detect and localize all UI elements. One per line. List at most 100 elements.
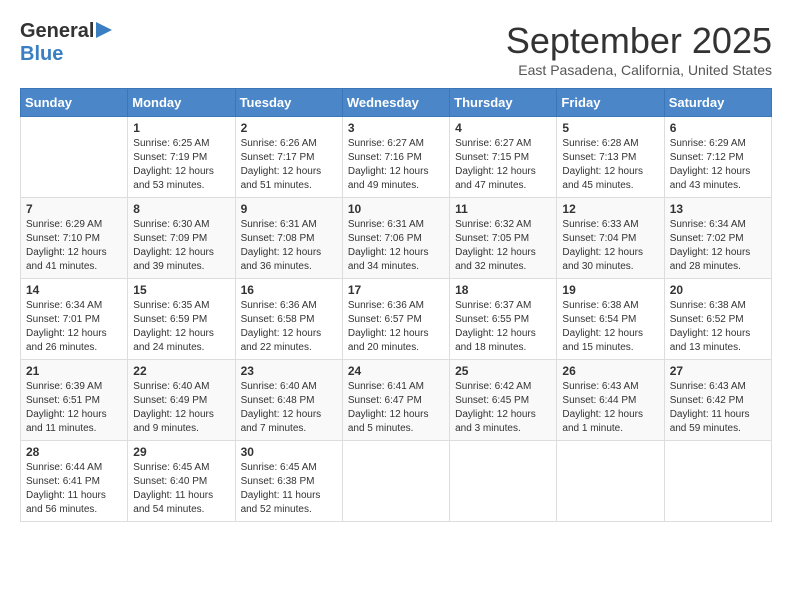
day-number: 7 <box>26 202 122 216</box>
day-info: Sunrise: 6:45 AM Sunset: 6:38 PM Dayligh… <box>241 461 337 517</box>
calendar-cell: 6 Sunrise: 6:29 AM Sunset: 7:12 PM Daylig… <box>664 117 771 198</box>
day-info: Sunrise: 6:33 AM Sunset: 7:04 PM Dayligh… <box>562 218 658 274</box>
day-number: 12 <box>562 202 658 216</box>
day-number: 9 <box>241 202 337 216</box>
day-number: 8 <box>133 202 229 216</box>
day-number: 14 <box>26 283 122 297</box>
calendar-cell: 27Sunrise: 6:43 AM Sunset: 6:42 PM Dayli… <box>664 360 771 441</box>
day-info: Sunrise: 6:28 AM Sunset: 7:13 PM Dayligh… <box>562 137 658 193</box>
day-number: 1 <box>133 121 229 135</box>
calendar-cell: 26 Sunrise: 6:43 AM Sunset: 6:44 PM Dayli… <box>557 360 664 441</box>
day-number: 5 <box>562 121 658 135</box>
logo-general-text: General <box>20 20 94 43</box>
calendar-cell: 21 Sunrise: 6:39 AM Sunset: 6:51 PM Dayli… <box>21 360 128 441</box>
day-number: 6 <box>670 121 766 135</box>
day-info: Sunrise: 6:29 AM Sunset: 7:12 PM Dayligh… <box>670 137 766 193</box>
day-number: 16 <box>241 283 337 297</box>
calendar-week-row: 14 Sunrise: 6:34 AM Sunset: 7:01 PM Dayli… <box>21 279 772 360</box>
title-area: September 2025 East Pasadena, California… <box>506 20 772 78</box>
calendar-cell: 11Sunrise: 6:32 AM Sunset: 7:05 PM Dayli… <box>450 198 557 279</box>
day-number: 13 <box>670 202 766 216</box>
calendar-cell: 29Sunrise: 6:45 AM Sunset: 6:40 PM Dayli… <box>128 441 235 522</box>
calendar-cell: 24 Sunrise: 6:41 AM Sunset: 6:47 PM Dayli… <box>342 360 449 441</box>
day-info: Sunrise: 6:30 AM Sunset: 7:09 PM Dayligh… <box>133 218 229 274</box>
weekday-header-saturday: Saturday <box>664 89 771 117</box>
calendar-week-row: 21 Sunrise: 6:39 AM Sunset: 6:51 PM Dayli… <box>21 360 772 441</box>
day-info: Sunrise: 6:31 AM Sunset: 7:06 PM Dayligh… <box>348 218 444 274</box>
day-info: Sunrise: 6:37 AM Sunset: 6:55 PM Dayligh… <box>455 299 551 355</box>
day-info: Sunrise: 6:43 AM Sunset: 6:44 PM Dayligh… <box>562 380 658 436</box>
day-number: 10 <box>348 202 444 216</box>
day-number: 20 <box>670 283 766 297</box>
weekday-header-wednesday: Wednesday <box>342 89 449 117</box>
day-number: 15 <box>133 283 229 297</box>
weekday-header-thursday: Thursday <box>450 89 557 117</box>
calendar-cell <box>21 117 128 198</box>
calendar-cell: 23 Sunrise: 6:40 AM Sunset: 6:48 PM Dayli… <box>235 360 342 441</box>
calendar-cell: 30 Sunrise: 6:45 AM Sunset: 6:38 PM Dayli… <box>235 441 342 522</box>
day-info: Sunrise: 6:27 AM Sunset: 7:16 PM Dayligh… <box>348 137 444 193</box>
calendar-cell <box>342 441 449 522</box>
day-number: 22 <box>133 364 229 378</box>
calendar-cell: 28 Sunrise: 6:44 AM Sunset: 6:41 PM Dayli… <box>21 441 128 522</box>
calendar-cell: 22 Sunrise: 6:40 AM Sunset: 6:49 PM Dayli… <box>128 360 235 441</box>
calendar-cell <box>450 441 557 522</box>
calendar-cell: 2 Sunrise: 6:26 AM Sunset: 7:17 PM Daylig… <box>235 117 342 198</box>
weekday-header-monday: Monday <box>128 89 235 117</box>
day-info: Sunrise: 6:34 AM Sunset: 7:02 PM Dayligh… <box>670 218 766 274</box>
calendar-cell <box>557 441 664 522</box>
calendar-cell: 17Sunrise: 6:36 AM Sunset: 6:57 PM Dayli… <box>342 279 449 360</box>
day-number: 25 <box>455 364 551 378</box>
day-info: Sunrise: 6:44 AM Sunset: 6:41 PM Dayligh… <box>26 461 122 517</box>
calendar-cell: 9 Sunrise: 6:31 AM Sunset: 7:08 PM Daylig… <box>235 198 342 279</box>
day-info: Sunrise: 6:27 AM Sunset: 7:15 PM Dayligh… <box>455 137 551 193</box>
calendar-cell: 13 Sunrise: 6:34 AM Sunset: 7:02 PM Dayli… <box>664 198 771 279</box>
day-info: Sunrise: 6:41 AM Sunset: 6:47 PM Dayligh… <box>348 380 444 436</box>
day-number: 24 <box>348 364 444 378</box>
calendar-cell: 1 Sunrise: 6:25 AM Sunset: 7:19 PM Daylig… <box>128 117 235 198</box>
day-info: Sunrise: 6:34 AM Sunset: 7:01 PM Dayligh… <box>26 299 122 355</box>
calendar-cell: 16 Sunrise: 6:36 AM Sunset: 6:58 PM Dayli… <box>235 279 342 360</box>
logo: General Blue <box>20 20 112 66</box>
calendar-week-row: 7Sunrise: 6:29 AM Sunset: 7:10 PM Daylig… <box>21 198 772 279</box>
day-info: Sunrise: 6:40 AM Sunset: 6:48 PM Dayligh… <box>241 380 337 436</box>
calendar-cell: 10 Sunrise: 6:31 AM Sunset: 7:06 PM Dayli… <box>342 198 449 279</box>
day-number: 29 <box>133 445 229 459</box>
logo-blue-text: Blue <box>20 43 63 65</box>
day-info: Sunrise: 6:38 AM Sunset: 6:54 PM Dayligh… <box>562 299 658 355</box>
calendar-cell: 3 Sunrise: 6:27 AM Sunset: 7:16 PM Daylig… <box>342 117 449 198</box>
day-number: 3 <box>348 121 444 135</box>
day-info: Sunrise: 6:31 AM Sunset: 7:08 PM Dayligh… <box>241 218 337 274</box>
day-number: 23 <box>241 364 337 378</box>
calendar-cell: 20 Sunrise: 6:38 AM Sunset: 6:52 PM Dayli… <box>664 279 771 360</box>
location-title: East Pasadena, California, United States <box>506 62 772 78</box>
day-number: 30 <box>241 445 337 459</box>
calendar-week-row: 1 Sunrise: 6:25 AM Sunset: 7:19 PM Daylig… <box>21 117 772 198</box>
weekday-header-sunday: Sunday <box>21 89 128 117</box>
day-number: 26 <box>562 364 658 378</box>
calendar-table: SundayMondayTuesdayWednesdayThursdayFrid… <box>20 88 772 522</box>
day-info: Sunrise: 6:39 AM Sunset: 6:51 PM Dayligh… <box>26 380 122 436</box>
day-info: Sunrise: 6:25 AM Sunset: 7:19 PM Dayligh… <box>133 137 229 193</box>
day-info: Sunrise: 6:38 AM Sunset: 6:52 PM Dayligh… <box>670 299 766 355</box>
day-number: 28 <box>26 445 122 459</box>
calendar-cell: 15Sunrise: 6:35 AM Sunset: 6:59 PM Dayli… <box>128 279 235 360</box>
calendar-cell: 19Sunrise: 6:38 AM Sunset: 6:54 PM Dayli… <box>557 279 664 360</box>
calendar-week-row: 28 Sunrise: 6:44 AM Sunset: 6:41 PM Dayli… <box>21 441 772 522</box>
day-number: 4 <box>455 121 551 135</box>
calendar-cell: 14 Sunrise: 6:34 AM Sunset: 7:01 PM Dayli… <box>21 279 128 360</box>
day-number: 21 <box>26 364 122 378</box>
day-info: Sunrise: 6:43 AM Sunset: 6:42 PM Dayligh… <box>670 380 766 436</box>
day-number: 2 <box>241 121 337 135</box>
calendar-cell: 5 Sunrise: 6:28 AM Sunset: 7:13 PM Daylig… <box>557 117 664 198</box>
calendar-cell: 7Sunrise: 6:29 AM Sunset: 7:10 PM Daylig… <box>21 198 128 279</box>
calendar-cell: 25Sunrise: 6:42 AM Sunset: 6:45 PM Dayli… <box>450 360 557 441</box>
day-number: 18 <box>455 283 551 297</box>
day-info: Sunrise: 6:26 AM Sunset: 7:17 PM Dayligh… <box>241 137 337 193</box>
day-info: Sunrise: 6:40 AM Sunset: 6:49 PM Dayligh… <box>133 380 229 436</box>
calendar-cell: 8 Sunrise: 6:30 AM Sunset: 7:09 PM Daylig… <box>128 198 235 279</box>
day-info: Sunrise: 6:36 AM Sunset: 6:57 PM Dayligh… <box>348 299 444 355</box>
weekday-header-friday: Friday <box>557 89 664 117</box>
day-info: Sunrise: 6:36 AM Sunset: 6:58 PM Dayligh… <box>241 299 337 355</box>
page-header: General Blue September 2025 East Pasaden… <box>20 20 772 78</box>
